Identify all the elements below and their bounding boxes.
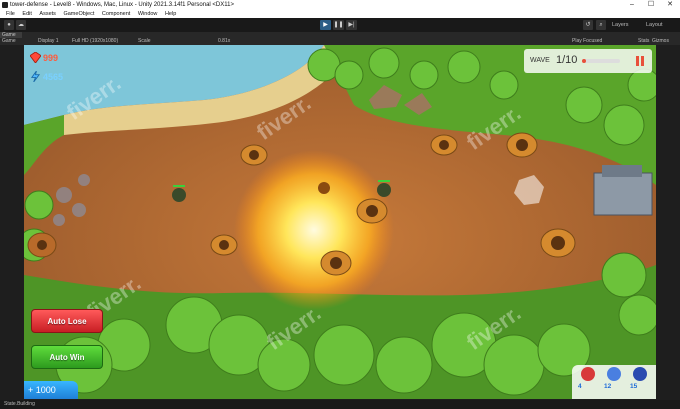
- menu-gameobject[interactable]: GameObject: [63, 10, 94, 18]
- stats-button[interactable]: Stats: [638, 38, 649, 45]
- menu-file[interactable]: File: [6, 10, 15, 18]
- auto-lose-button[interactable]: Auto Lose: [31, 309, 103, 333]
- history-icon[interactable]: ↺: [583, 20, 593, 30]
- auto-win-button[interactable]: Auto Win: [31, 345, 103, 369]
- wave-label: WAVE: [530, 57, 550, 64]
- pause-icon[interactable]: [632, 53, 648, 69]
- unit-count: 15: [630, 383, 638, 390]
- castle: [593, 165, 653, 216]
- unit-slot[interactable]: 4: [576, 367, 600, 397]
- menu-assets[interactable]: Assets: [39, 10, 56, 18]
- scale-label: Scale: [138, 38, 151, 44]
- wave-progress-fill: [582, 59, 586, 63]
- pause-button[interactable]: ❚❚: [333, 20, 344, 30]
- game-view-options: Game Display 1 Full HD (1920x1080) Scale…: [0, 38, 680, 45]
- wave-value: 1/10: [556, 54, 578, 66]
- layers-dropdown[interactable]: Layers: [612, 20, 629, 30]
- cannonball: [318, 182, 330, 194]
- unit-slot[interactable]: 12: [602, 367, 626, 397]
- energy-counter: 4565: [28, 70, 72, 84]
- unit-count: 4: [578, 383, 582, 390]
- title-bar: tower-defense - Level8 - Windows, Mac, L…: [0, 0, 680, 10]
- gem-icon: [30, 52, 41, 63]
- layout-dropdown[interactable]: Layout: [646, 20, 663, 30]
- status-bar: State.Building: [0, 400, 680, 409]
- money-button[interactable]: + 1000: [24, 381, 78, 399]
- game-mode-dropdown[interactable]: Game: [2, 38, 16, 45]
- window-title: tower-defense - Level8 - Windows, Mac, L…: [10, 2, 235, 8]
- wave-progress-bar: [582, 59, 620, 63]
- editor-toolbar: ● ☁ ▶ ❚❚ ▶| ↺ ⌕ Layers Layout: [0, 18, 680, 32]
- account-icon[interactable]: ●: [4, 20, 14, 30]
- unit-count: 12: [604, 383, 612, 390]
- unity-logo-icon: [2, 2, 8, 8]
- explosion-effect: [234, 150, 394, 310]
- menu-bar: File Edit Assets GameObject Component Wi…: [0, 10, 680, 18]
- energy-value: 4565: [43, 72, 64, 82]
- maximize-button[interactable]: ☐: [643, 0, 659, 10]
- gems-value: 999: [43, 53, 59, 63]
- minimize-button[interactable]: –: [624, 0, 640, 10]
- display-dropdown[interactable]: Display 1: [38, 38, 59, 45]
- lightning-icon: [30, 71, 41, 82]
- menu-window[interactable]: Window: [138, 10, 158, 18]
- menu-component[interactable]: Component: [102, 10, 130, 18]
- play-focused-dropdown[interactable]: Play Focused: [572, 38, 602, 45]
- wave-panel: WAVE 1/10: [524, 49, 652, 73]
- status-text: State.Building: [4, 401, 35, 407]
- menu-help[interactable]: Help: [165, 10, 176, 18]
- red-unit-icon: [581, 367, 595, 381]
- cloud-icon[interactable]: ☁: [16, 20, 26, 30]
- menu-edit[interactable]: Edit: [22, 10, 31, 18]
- game-viewport[interactable]: fiverr. fiverr. fiverr. fiverr. fiverr. …: [24, 45, 656, 399]
- play-button[interactable]: ▶: [320, 20, 331, 30]
- mage-unit-icon: [633, 367, 647, 381]
- step-button[interactable]: ▶|: [346, 20, 357, 30]
- unity-editor-window: tower-defense - Level8 - Windows, Mac, L…: [0, 0, 680, 409]
- search-icon[interactable]: ⌕: [596, 20, 606, 30]
- resolution-dropdown[interactable]: Full HD (1920x1080): [72, 38, 118, 45]
- unit-slot[interactable]: 15: [628, 367, 652, 397]
- blue-unit-icon: [607, 367, 621, 381]
- close-button[interactable]: ✕: [662, 0, 678, 10]
- unit-panel: 4 12 15: [572, 365, 656, 399]
- gems-counter: 999: [28, 51, 72, 65]
- scale-value[interactable]: 0.81x: [218, 38, 230, 45]
- game-scene: [24, 45, 656, 399]
- gizmos-button[interactable]: Gizmos: [652, 38, 669, 45]
